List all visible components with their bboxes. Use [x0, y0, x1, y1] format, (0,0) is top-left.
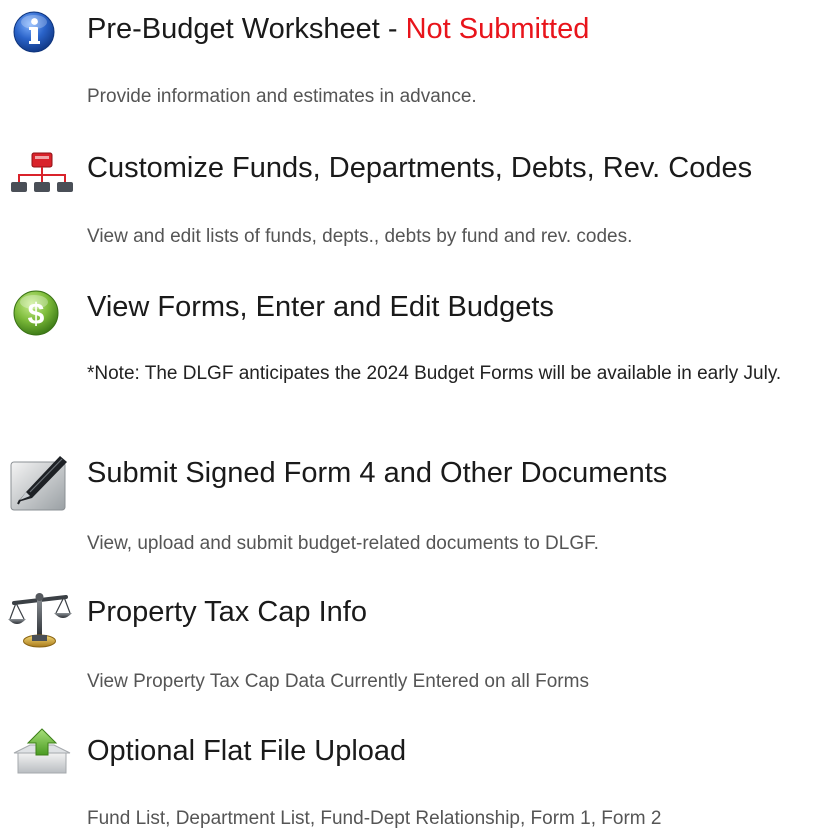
view-forms-note: *Note: The DLGF anticipates the 2024 Bud…	[87, 363, 782, 384]
pen-icon[interactable]	[10, 452, 74, 511]
flat-file-upload-link[interactable]: Optional Flat File Upload	[87, 735, 406, 768]
org-chart-icon[interactable]	[10, 151, 74, 199]
customize-funds-description: View and edit lists of funds, depts., de…	[87, 226, 633, 247]
customize-funds-link[interactable]: Customize Funds, Departments, Debts, Rev…	[87, 152, 752, 185]
view-forms-link[interactable]: View Forms, Enter and Edit Budgets	[87, 291, 554, 324]
property-tax-cap-link[interactable]: Property Tax Cap Info	[87, 596, 367, 629]
submit-signed-form-description: View, upload and submit budget-related d…	[87, 533, 599, 554]
info-icon[interactable]	[12, 10, 76, 58]
upload-box-icon[interactable]	[10, 727, 74, 775]
pre-budget-worksheet-title: Pre-Budget Worksheet -	[87, 13, 406, 45]
submit-signed-form-link[interactable]: Submit Signed Form 4 and Other Documents	[87, 457, 667, 490]
property-tax-cap-description: View Property Tax Cap Data Currently Ent…	[87, 671, 589, 692]
svg-text:$: $	[28, 298, 45, 331]
scales-icon[interactable]	[8, 589, 72, 648]
submission-status: Not Submitted	[405, 13, 590, 45]
pre-budget-worksheet-description: Provide information and estimates in adv…	[87, 86, 477, 107]
pre-budget-worksheet-link[interactable]: Pre-Budget Worksheet - Not Submitted	[87, 13, 589, 46]
dollar-icon[interactable]: $	[12, 289, 76, 337]
